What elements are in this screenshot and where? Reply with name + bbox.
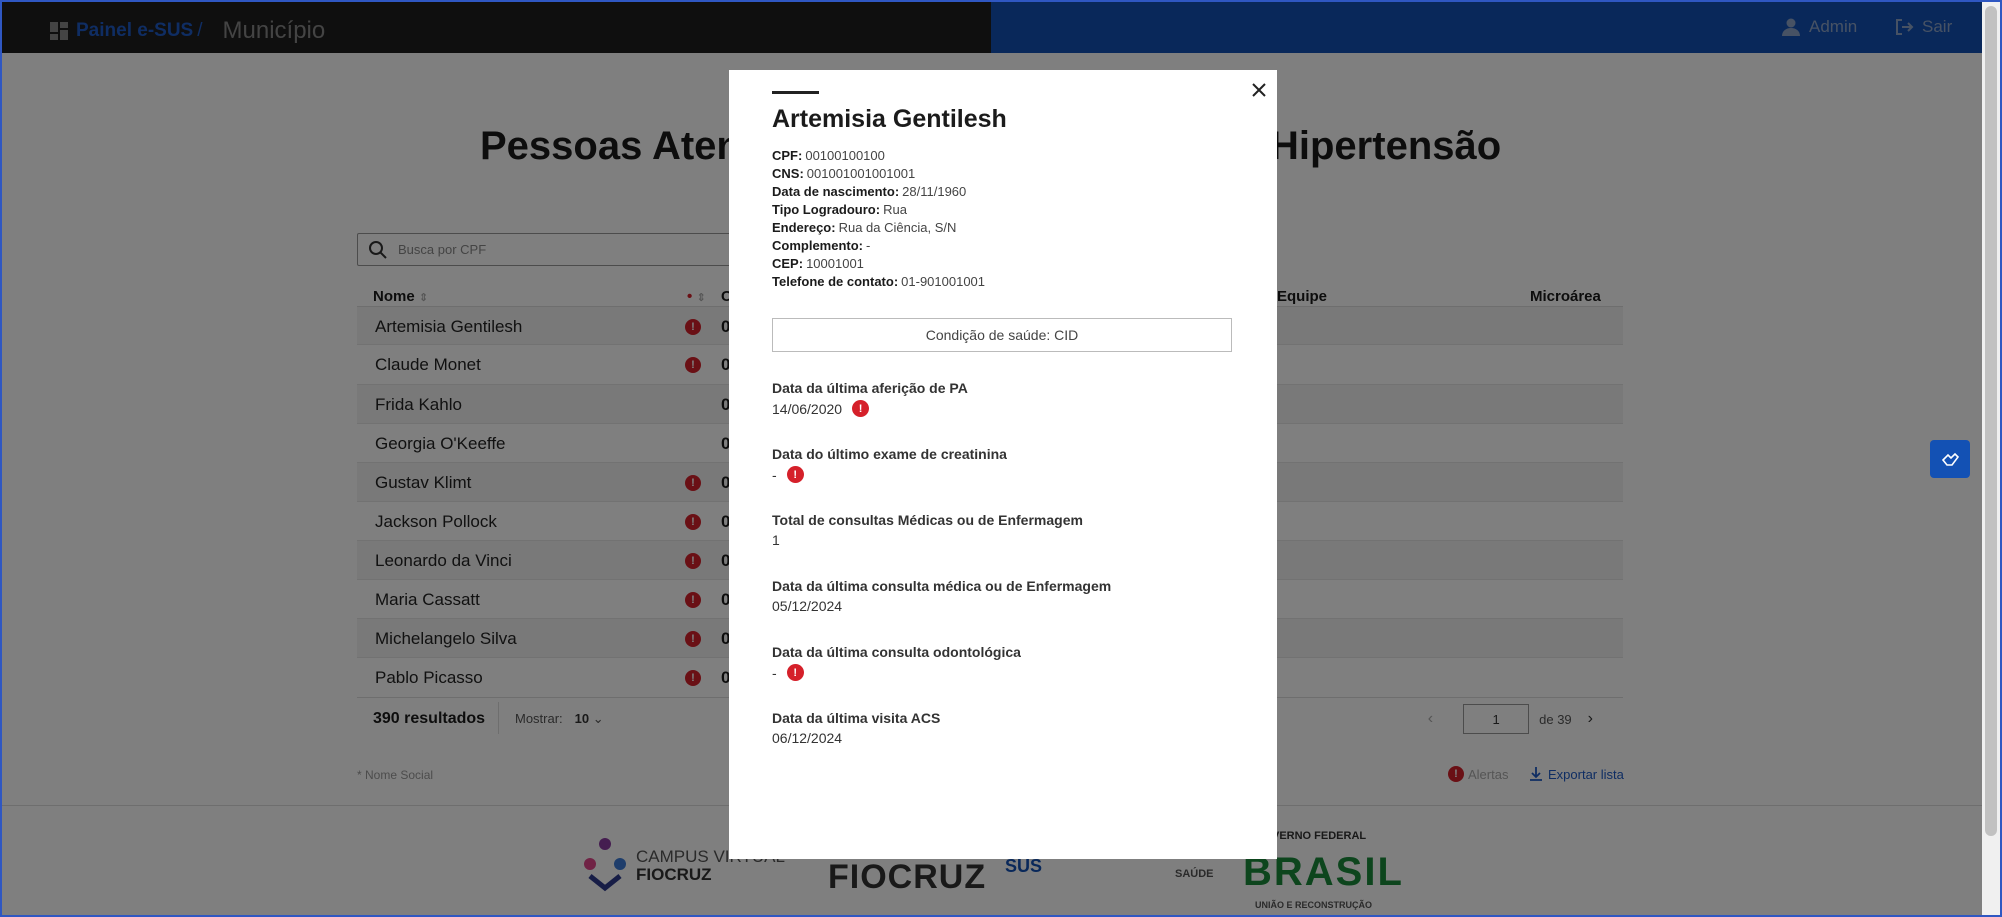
health-field: Data da última visita ACS 06/12/2024	[772, 710, 940, 746]
alert-icon: !	[852, 400, 870, 417]
info-value: Rua da Ciência, S/N	[838, 220, 957, 235]
health-condition-button[interactable]: Condição de saúde: CID	[772, 318, 1232, 352]
info-value: 01-901001001	[901, 274, 986, 289]
health-field: Data da última consulta odontológica -!	[772, 644, 1021, 681]
info-line: CEP: 10001001	[772, 255, 985, 273]
info-line: Complemento: -	[772, 237, 985, 255]
field-label: Data do último exame de creatinina	[772, 446, 1007, 462]
info-label: CNS:	[772, 166, 804, 181]
accessibility-button[interactable]	[1930, 440, 1970, 478]
field-value-row: -!	[772, 664, 1021, 681]
info-line: Telefone de contato: 01-901001001	[772, 273, 985, 291]
close-icon	[1252, 83, 1266, 97]
field-value: 14/06/2020	[772, 400, 843, 417]
field-value-row: 06/12/2024	[772, 730, 940, 746]
info-label: Complemento:	[772, 238, 863, 253]
field-value-row: 1	[772, 532, 1083, 548]
close-button[interactable]	[1246, 77, 1272, 103]
scrollbar-thumb[interactable]	[1985, 6, 1997, 836]
field-label: Data da última visita ACS	[772, 710, 941, 726]
health-field: Data da última consulta médica ou de Enf…	[772, 578, 1111, 614]
field-value: -	[772, 664, 777, 681]
info-label: Telefone de contato:	[772, 274, 899, 289]
health-field: Total de consultas Médicas ou de Enferma…	[772, 512, 1083, 548]
info-label: CEP:	[772, 256, 804, 271]
info-label: Tipo Logradouro:	[772, 202, 881, 217]
patient-detail-modal: Artemisia Gentilesh CPF: 00100100100 CNS: 0…	[729, 70, 1277, 859]
info-line: CPF: 00100100100	[772, 147, 985, 165]
info-value: Rua	[883, 202, 907, 217]
info-line: Tipo Logradouro: Rua	[772, 201, 985, 219]
info-value: 001001001001001	[806, 166, 916, 181]
field-value-row: 14/06/2020!	[772, 400, 968, 417]
info-line: Data de nascimento: 28/11/1960	[772, 183, 985, 201]
info-value: 10001001	[806, 256, 864, 271]
alert-icon: !	[786, 664, 804, 681]
health-field: Data da última aferição de PA 14/06/2020!	[772, 380, 968, 417]
info-line: CNS: 001001001001001	[772, 165, 985, 183]
field-label: Data da última consulta médica ou de Enf…	[772, 578, 1112, 594]
info-label: CPF:	[772, 148, 803, 163]
patient-info: CPF: 00100100100 CNS: 001001001001001 Data d…	[772, 147, 985, 291]
info-value: 00100100100	[805, 148, 885, 163]
field-value: 06/12/2024	[772, 730, 843, 746]
sign-language-icon	[1941, 452, 1960, 466]
field-value-row: 05/12/2024	[772, 598, 1111, 614]
patient-name: Artemisia Gentilesh	[772, 105, 1007, 133]
field-value: 1	[772, 532, 780, 548]
info-value: -	[866, 238, 871, 253]
title-accent-bar	[772, 91, 819, 94]
health-field: Data do último exame de creatinina -!	[772, 446, 1007, 483]
field-label: Total de consultas Médicas ou de Enferma…	[772, 512, 1083, 528]
field-value: -	[772, 466, 777, 483]
alert-icon: !	[786, 466, 804, 483]
field-label: Data da última consulta odontológica	[772, 644, 1021, 660]
field-value: 05/12/2024	[772, 598, 843, 614]
info-line: Endereço: Rua da Ciência, S/N	[772, 219, 985, 237]
info-value: 28/11/1960	[902, 184, 967, 199]
info-label: Data de nascimento:	[772, 184, 900, 199]
field-value-row: -!	[772, 466, 1007, 483]
page-scrollbar[interactable]	[1982, 2, 2000, 915]
info-label: Endereço:	[772, 220, 836, 235]
field-label: Data da última aferição de PA	[772, 380, 968, 396]
